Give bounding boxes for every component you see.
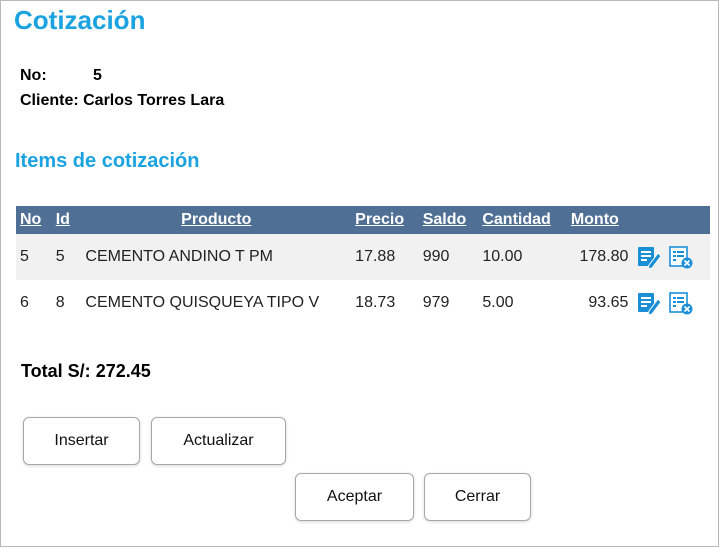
table-row: 6 8 CEMENTO QUISQUEYA TIPO V 18.73 979 5…: [16, 280, 710, 326]
items-table-header: No Id Producto Precio Saldo Cantidad Mon…: [16, 206, 710, 234]
quote-number-label: No:: [20, 67, 47, 84]
total: Total S/: 272.45: [21, 361, 151, 382]
cell-saldo: 990: [422, 248, 450, 265]
cell-monto: 93.65: [588, 294, 629, 311]
table-row: 5 5 CEMENTO ANDINO T PM 17.88 990 10.00 …: [16, 234, 710, 280]
client-label: Cliente:: [20, 92, 79, 109]
column-header-id[interactable]: Id: [52, 206, 82, 234]
column-header-cantidad[interactable]: Cantidad: [478, 206, 566, 234]
column-header-actions: [632, 206, 710, 234]
delete-icon[interactable]: [668, 244, 694, 270]
close-button[interactable]: Cerrar: [424, 473, 531, 521]
cell-monto: 178.80: [579, 248, 629, 265]
column-header-no[interactable]: No: [16, 206, 52, 234]
total-value: 272.45: [95, 361, 151, 381]
cell-precio: 17.88: [355, 248, 396, 265]
quote-number: No: 5: [20, 67, 102, 85]
total-label: Total S/:: [21, 361, 91, 381]
quote-dialog: Cotización No: 5 Cliente: Carlos Torres …: [0, 0, 719, 547]
cell-id: 8: [55, 294, 65, 311]
accept-button[interactable]: Aceptar: [295, 473, 414, 521]
cell-cantidad: 10.00: [482, 248, 523, 265]
cell-saldo: 979: [422, 294, 450, 311]
cell-actions: [632, 280, 710, 326]
quote-number-value: 5: [93, 67, 102, 84]
delete-icon[interactable]: [668, 290, 694, 316]
insert-button[interactable]: Insertar: [23, 417, 140, 465]
edit-icon[interactable]: [636, 244, 663, 270]
cell-id: 5: [55, 248, 65, 265]
column-header-monto[interactable]: Monto: [567, 206, 633, 234]
page-title: Cotización: [14, 5, 146, 35]
cell-cantidad: 5.00: [482, 294, 514, 311]
column-header-precio[interactable]: Precio: [351, 206, 419, 234]
cell-actions: [632, 234, 710, 280]
items-table: No Id Producto Precio Saldo Cantidad Mon…: [16, 206, 710, 326]
update-button[interactable]: Actualizar: [151, 417, 286, 465]
cell-no: 5: [20, 248, 29, 265]
client-value: Carlos Torres Lara: [83, 92, 225, 109]
client: Cliente: Carlos Torres Lara: [20, 92, 224, 110]
column-header-saldo[interactable]: Saldo: [419, 206, 479, 234]
cell-producto: CEMENTO ANDINO T PM: [85, 248, 273, 265]
edit-icon[interactable]: [636, 290, 663, 316]
cell-producto: CEMENTO QUISQUEYA TIPO V: [85, 294, 320, 311]
cell-no: 6: [20, 294, 29, 311]
items-section-title: Items de cotización: [15, 150, 200, 172]
column-header-producto[interactable]: Producto: [81, 206, 351, 234]
cell-precio: 18.73: [355, 294, 396, 311]
